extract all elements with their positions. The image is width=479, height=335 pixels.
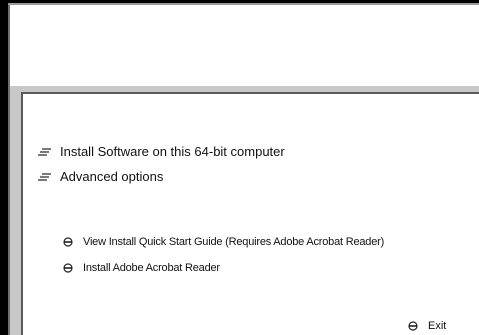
install-software-label: Install Software on this 64-bit computer <box>60 144 285 159</box>
header-banner <box>10 5 479 86</box>
bullet-icon <box>408 321 418 331</box>
install-acrobat-reader-option[interactable]: Install Adobe Acrobat Reader <box>63 262 220 274</box>
lines-icon <box>38 172 51 181</box>
lines-icon <box>38 147 51 156</box>
window-left-border <box>0 0 8 335</box>
install-acrobat-reader-label: Install Adobe Acrobat Reader <box>83 262 220 274</box>
exit-label: Exit <box>428 320 447 332</box>
bullet-icon <box>63 263 73 273</box>
advanced-options-option[interactable]: Advanced options <box>38 169 163 184</box>
view-quick-start-guide-option[interactable]: View Install Quick Start Guide (Requires… <box>63 236 384 248</box>
install-software-option[interactable]: Install Software on this 64-bit computer <box>38 144 285 159</box>
view-quick-start-guide-label: View Install Quick Start Guide (Requires… <box>83 236 385 248</box>
options-panel: Install Software on this 64-bit computer… <box>21 92 479 335</box>
exit-button[interactable]: Exit <box>408 320 446 332</box>
bullet-icon <box>63 237 73 247</box>
advanced-options-label: Advanced options <box>60 169 164 184</box>
